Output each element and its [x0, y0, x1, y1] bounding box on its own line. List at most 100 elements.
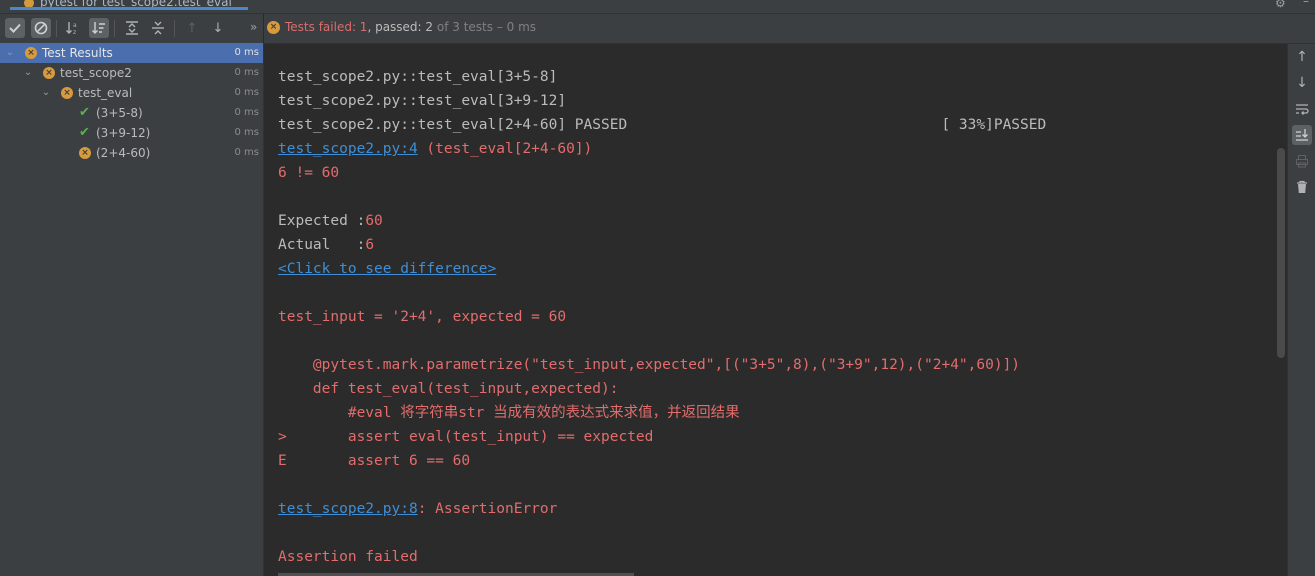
- tree-row-time: 0 ms: [234, 67, 260, 78]
- console-line: <Click to see difference>: [278, 257, 496, 281]
- tree-row-function[interactable]: ⌄ × test_eval 0 ms: [0, 83, 263, 103]
- tree-row-time: 0 ms: [234, 147, 260, 158]
- console-text: : AssertionError: [417, 501, 558, 517]
- status-dash: –: [496, 20, 507, 34]
- source-link[interactable]: test_scope2.py:8: [278, 501, 418, 517]
- arrow-down-icon: ↓: [1296, 75, 1308, 91]
- failed-icon: ×: [61, 87, 73, 99]
- sort-duration-icon: [92, 22, 105, 34]
- toolbar-separator: [114, 20, 115, 37]
- show-ignored-button[interactable]: [31, 18, 51, 38]
- scroll-up-button[interactable]: ↑: [1292, 47, 1312, 67]
- console-line: Expected :60: [278, 209, 383, 233]
- show-passed-button[interactable]: [5, 18, 25, 38]
- collapse-all-button[interactable]: [148, 18, 168, 38]
- console-toolbar: » × Tests failed: 1, passed: 2 of 3 test…: [250, 14, 1315, 44]
- python-icon: [24, 0, 34, 7]
- test-status-summary: × Tests failed: 1, passed: 2 of 3 tests …: [267, 20, 536, 34]
- see-difference-link[interactable]: <Click to see difference>: [278, 261, 496, 277]
- tree-row-label: test_scope2: [60, 66, 132, 80]
- chevron-down-icon[interactable]: ⌄: [23, 63, 33, 83]
- console-line: test_scope2.py:8: AssertionError: [278, 497, 557, 521]
- passed-check-icon: ✔: [79, 125, 90, 140]
- console-line: def test_eval(test_input,expected):: [278, 381, 619, 397]
- expected-label: Expected :: [278, 213, 366, 229]
- ignored-icon: [34, 21, 48, 35]
- console-line: Actual :6: [278, 233, 374, 257]
- console-text: (test_eval[2+4-60]): [417, 141, 593, 157]
- tree-row-time: 0 ms: [234, 47, 260, 58]
- gear-icon[interactable]: ⚙: [1275, 0, 1287, 10]
- chevron-double-right-icon[interactable]: »: [250, 20, 257, 34]
- expand-all-button[interactable]: [122, 18, 142, 38]
- passed-count: passed: 2: [375, 20, 434, 34]
- next-failed-button[interactable]: ↓: [208, 18, 228, 38]
- tree-row-test-results[interactable]: ⌄ × Test Results 0 ms: [0, 43, 263, 63]
- failed-icon: ×: [43, 67, 55, 79]
- tree-row-case[interactable]: ✔ (3+9-12) 0 ms: [0, 123, 263, 143]
- actual-value: 6: [365, 237, 375, 253]
- test-tree-toolbar: az ↑ ↓: [0, 14, 263, 44]
- run-tab-bar: pytest for test_scope2.test_eval ⚙ –: [0, 0, 1315, 14]
- tree-row-label: (3+5-8): [96, 106, 143, 120]
- tree-row-module[interactable]: ⌄ × test_scope2 0 ms: [0, 63, 263, 83]
- previous-failed-button[interactable]: ↑: [182, 18, 202, 38]
- console-line: test_scope2.py:4 (test_eval[2+4-60]): [278, 137, 592, 161]
- tree-row-time: 0 ms: [234, 107, 260, 118]
- console-line: Assertion failed: [278, 549, 418, 565]
- console-output[interactable]: test_scope2.py::test_eval[3+5-8] test_sc…: [264, 44, 1287, 576]
- console-scrollbar[interactable]: [1277, 148, 1285, 358]
- total-count: of 3 tests: [436, 20, 494, 34]
- sort-alpha-icon: az: [66, 22, 77, 36]
- chevron-down-icon[interactable]: ⌄: [41, 83, 51, 103]
- svg-text:a: a: [73, 22, 77, 29]
- tree-row-label: (3+9-12): [96, 126, 151, 140]
- chevron-down-icon[interactable]: ⌄: [5, 43, 15, 63]
- passed-check-icon: ✔: [79, 105, 90, 120]
- console-line: > assert eval(test_input) == expected: [278, 429, 654, 445]
- check-icon: [9, 23, 21, 33]
- soft-wrap-icon: [1296, 104, 1309, 115]
- console-line: 6 != 60: [278, 165, 340, 181]
- console-line: test_input = '2+4', expected = 60: [278, 309, 567, 325]
- tree-row-case[interactable]: ✔ (3+5-8) 0 ms: [0, 103, 263, 123]
- expected-value: 60: [365, 213, 383, 229]
- console-line: test_scope2.py::test_eval[2+4-60] PASSED…: [278, 117, 1047, 133]
- print-button[interactable]: [1292, 151, 1312, 171]
- scroll-to-end-button[interactable]: [1292, 125, 1312, 145]
- arrow-down-icon: ↓: [212, 20, 224, 36]
- tree-row-case[interactable]: × (2+4-60) 0 ms: [0, 143, 263, 163]
- collapse-all-icon: [152, 21, 164, 35]
- sort-by-duration-button[interactable]: [89, 18, 109, 38]
- tree-row-label: test_eval: [78, 86, 133, 100]
- source-link[interactable]: test_scope2.py:4: [278, 141, 418, 157]
- console-side-toolbar: ↑ ↓: [1287, 44, 1315, 576]
- console-line: test_scope2.py::test_eval[3+9-12]: [278, 93, 567, 109]
- console-line: test_scope2.py::test_eval[3+5-8]: [278, 69, 558, 85]
- arrow-up-icon: ↑: [1296, 49, 1308, 65]
- failed-icon: ×: [267, 21, 280, 34]
- toolbar-separator: [56, 20, 57, 37]
- sort-alphabetically-button[interactable]: az: [63, 18, 83, 38]
- printer-icon: [1296, 155, 1308, 168]
- tree-row-time: 0 ms: [234, 127, 260, 138]
- trash-icon: [1297, 180, 1307, 193]
- clear-all-button[interactable]: [1292, 177, 1312, 197]
- scroll-down-button[interactable]: ↓: [1292, 73, 1312, 93]
- soft-wrap-button[interactable]: [1292, 99, 1312, 119]
- console-line: E assert 6 == 60: [278, 453, 471, 469]
- svg-text:z: z: [73, 29, 76, 36]
- run-tab-title: pytest for test_scope2.test_eval: [40, 0, 232, 9]
- failed-count: Tests failed: 1: [285, 20, 368, 34]
- run-tab[interactable]: pytest for test_scope2.test_eval: [10, 0, 248, 10]
- console-line: @pytest.mark.parametrize("test_input,exp…: [278, 357, 1021, 373]
- failed-icon: ×: [79, 147, 91, 159]
- failed-icon: ×: [25, 47, 37, 59]
- tree-row-label: Test Results: [42, 46, 113, 60]
- tree-row-time: 0 ms: [234, 87, 260, 98]
- actual-label: Actual :: [278, 237, 366, 253]
- minimize-icon[interactable]: –: [1303, 0, 1309, 8]
- test-results-tree: ⌄ × Test Results 0 ms ⌄ × test_scope2 0 …: [0, 43, 264, 576]
- arrow-up-icon: ↑: [186, 20, 198, 36]
- scroll-to-end-icon: [1296, 129, 1308, 141]
